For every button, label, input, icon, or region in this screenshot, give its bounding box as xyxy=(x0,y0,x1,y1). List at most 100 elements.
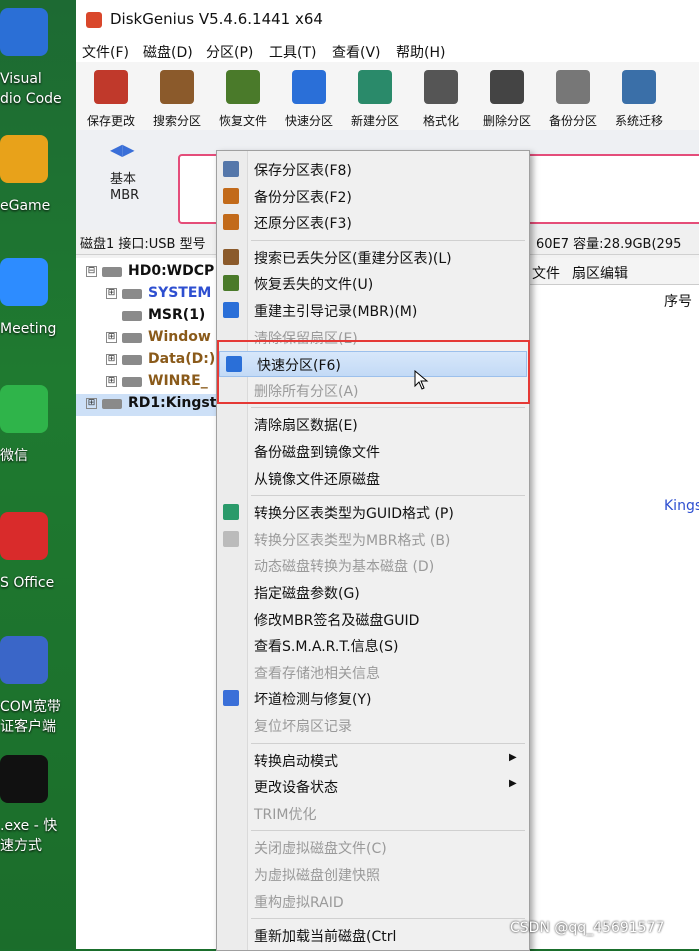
tree-node-label: WINRE_ xyxy=(148,373,208,389)
tree-node[interactable]: ⊞ SYSTEM xyxy=(76,284,224,306)
toolbar-button-1[interactable]: 搜索分区 xyxy=(144,68,210,128)
desktop-icon-qq-shortcut[interactable]: .exe - 快速方式 xyxy=(0,755,76,865)
toolbar-button-8[interactable]: 系统迁移 xyxy=(606,68,672,128)
trash-icon xyxy=(490,70,524,104)
monitor-icon xyxy=(622,70,656,104)
tree-node[interactable]: ⊞ Window xyxy=(76,328,224,350)
menu-separator xyxy=(251,830,525,832)
desktop-icon-label: Visual xyxy=(0,71,42,87)
menu-item-label: 转换启动模式 xyxy=(254,753,338,770)
toolbar-button-4[interactable]: 新建分区 xyxy=(342,68,408,128)
menu-item-0[interactable]: 保存分区表(F8) xyxy=(217,157,529,181)
save-icon xyxy=(223,161,239,177)
desktop-icon-label: 速方式 xyxy=(0,838,42,854)
tools-icon xyxy=(223,690,239,707)
menu-item-20[interactable]: 查看S.M.A.R.T.信息(S) xyxy=(217,633,529,657)
menu-item-label: 保存分区表(F8) xyxy=(254,163,352,179)
menu-item-8[interactable]: 快速分区(F6) xyxy=(219,351,527,378)
desktop-icon-label: dio Code xyxy=(0,91,62,107)
qq-shortcut-icon xyxy=(0,755,48,803)
menu-item-0[interactable]: 文件(F) xyxy=(82,42,129,62)
menu-item-25[interactable]: 转换启动模式 ▶ xyxy=(217,748,529,772)
menu-item-label: 修改MBR签名及磁盘GUID xyxy=(254,612,420,629)
toolbar-button-label: 格式化 xyxy=(422,114,459,128)
menu-item-6[interactable]: 重建主引导记录(MBR)(M) xyxy=(217,298,529,322)
disk-context-menu: 保存分区表(F8) 备份分区表(F2) 还原分区表(F3) 搜索已丢失分区(重建分区表… xyxy=(216,150,530,951)
menu-item-33[interactable]: 重新加载当前磁盘(Ctrl xyxy=(217,923,529,947)
tree-node[interactable]: MSR(1) xyxy=(76,306,224,328)
desktop-icon-wechat[interactable]: 微信 xyxy=(0,385,76,495)
menu-item-9: 删除所有分区(A) xyxy=(217,378,529,402)
disk-drive-icon xyxy=(102,267,122,277)
tree-node-label: Data(D:) xyxy=(148,351,216,367)
tree-expander-icon[interactable]: ⊞ xyxy=(106,288,117,299)
disk-label-text: Kings xyxy=(664,498,699,514)
desktop-icon-wps-office[interactable]: S Office xyxy=(0,512,76,622)
disk-nav-arrows-icon[interactable]: ◀▶ xyxy=(110,140,135,159)
menu-item-26[interactable]: 更改设备状态 ▶ xyxy=(217,774,529,798)
menu-item-label: 恢复丢失的文件(U) xyxy=(254,277,374,294)
menu-item-label: 从镜像文件还原磁盘 xyxy=(254,471,380,488)
tree-node[interactable]: ⊟ HD0:WDCP xyxy=(76,262,224,284)
tree-node-label: Window xyxy=(148,329,211,345)
window-title: DiskGenius V5.4.6.1441 x64 xyxy=(110,10,323,28)
tree-expander-icon[interactable]: ⊟ xyxy=(86,266,97,277)
toolbar-button-0[interactable]: 保存更改 xyxy=(78,68,144,128)
desktop-icon-visual-studio-code[interactable]: Visual dio Code xyxy=(0,8,76,118)
toolbar-button-2[interactable]: 恢复文件 xyxy=(210,68,276,128)
menu-item-2[interactable]: 还原分区表(F3) xyxy=(217,210,529,234)
save-icon xyxy=(94,70,128,104)
convert-gray-icon xyxy=(223,530,239,547)
menu-item-19[interactable]: 修改MBR签名及磁盘GUID xyxy=(217,607,529,631)
menu-item-label: 转换分区表类型为GUID格式 (P) xyxy=(254,506,454,523)
tree-node[interactable]: ⊞ Data(D:) xyxy=(76,350,224,372)
desktop-icon-game[interactable]: eGame xyxy=(0,135,76,245)
tree-node[interactable]: ⊞ RD1:Kingsto xyxy=(76,394,226,416)
toolbar-button-3[interactable]: 快速分区 xyxy=(276,68,342,128)
menu-item-4[interactable]: 查看(V) xyxy=(332,42,381,62)
tree-node[interactable]: ⊞ WINRE_ xyxy=(76,372,224,394)
menu-item-12[interactable]: 备份磁盘到镜像文件 xyxy=(217,439,529,463)
menu-item-5[interactable]: 恢复丢失的文件(U) xyxy=(217,271,529,295)
toolbar-button-6[interactable]: 删除分区 xyxy=(474,68,540,128)
menu-separator xyxy=(251,407,525,409)
toolbar-button-7[interactable]: 备份分区 xyxy=(540,68,606,128)
menu-item-15[interactable]: 转换分区表类型为GUID格式 (P) xyxy=(217,500,529,524)
tree-expander-icon[interactable]: ⊞ xyxy=(106,376,117,387)
menu-item-2[interactable]: 分区(P) xyxy=(206,42,253,62)
menu-item-1[interactable]: 备份分区表(F2) xyxy=(217,184,529,208)
desktop-icon-label: COM宽带 xyxy=(0,699,61,715)
tree-expander-icon[interactable]: ⊞ xyxy=(106,354,117,365)
tree-expander-icon[interactable]: ⊞ xyxy=(106,332,117,343)
disk-type-basic: 基本 xyxy=(110,172,137,187)
menu-item-3[interactable]: 工具(T) xyxy=(269,42,316,62)
layers-icon xyxy=(358,70,392,104)
tab-sector-edit[interactable]: 扇区编辑 xyxy=(572,263,628,283)
disk-info-left: 磁盘1 接口:USB 型号 xyxy=(80,237,206,252)
tab-files[interactable]: 文件 xyxy=(532,263,560,283)
disc-icon xyxy=(292,70,326,104)
menu-item-4[interactable]: 搜索已丢失分区(重建分区表)(L) xyxy=(217,245,529,269)
toolbar-button-label: 新建分区 xyxy=(350,114,399,128)
menu-item-5[interactable]: 帮助(H) xyxy=(396,42,445,62)
menu-item-22[interactable]: 坏道检测与修复(Y) xyxy=(217,686,529,710)
tree-expander-icon[interactable]: ⊞ xyxy=(86,398,97,409)
menu-item-13[interactable]: 从镜像文件还原磁盘 xyxy=(217,466,529,490)
menu-separator xyxy=(251,918,525,920)
edit-icon xyxy=(223,302,239,318)
menu-item-label: 重新加载当前磁盘(Ctrl xyxy=(254,929,397,946)
menu-item-17: 动态磁盘转换为基本磁盘 (D) xyxy=(217,553,529,577)
menu-item-21: 查看存储池相关信息 xyxy=(217,660,529,684)
desktop-icon-com-client[interactable]: COM宽带 证客户端 xyxy=(0,636,76,746)
toolbar-button-5[interactable]: 格式化 xyxy=(408,68,474,128)
toolbar-button-label: 删除分区 xyxy=(482,114,531,128)
watermark: CSDN @qq_45691577 xyxy=(510,920,665,936)
disc-icon xyxy=(226,356,242,373)
menu-separator xyxy=(251,239,525,241)
backup-table-icon xyxy=(223,187,239,204)
menu-item-1[interactable]: 磁盘(D) xyxy=(143,42,193,62)
toolbar-button-label: 搜索分区 xyxy=(152,114,201,128)
menu-item-18[interactable]: 指定磁盘参数(G) xyxy=(217,580,529,604)
desktop-icon-meeting[interactable]: Meeting xyxy=(0,258,76,368)
menu-item-11[interactable]: 清除扇区数据(E) xyxy=(217,412,529,436)
